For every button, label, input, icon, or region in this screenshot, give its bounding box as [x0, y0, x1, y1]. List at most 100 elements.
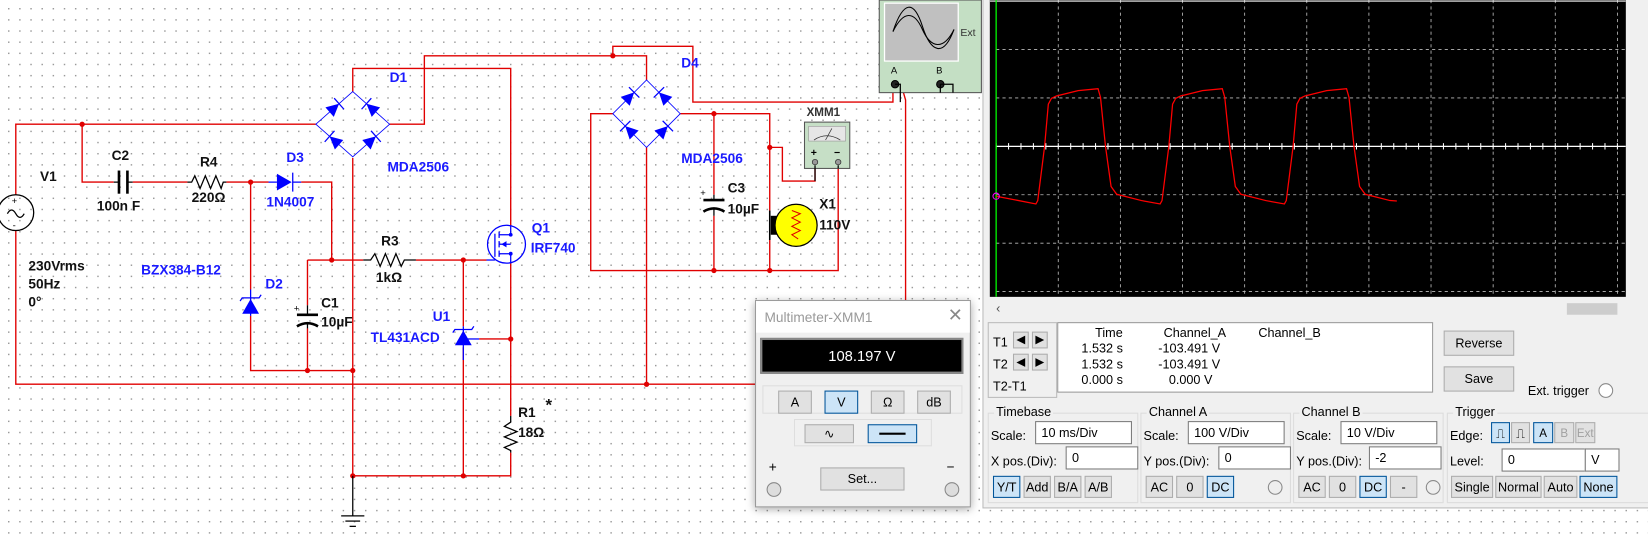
cursor-right-button[interactable]: ▶ [1031, 353, 1048, 371]
timebase-bxa-button[interactable]: B/A [1054, 475, 1082, 498]
arrow-left-icon: ◀ [1016, 333, 1026, 347]
channel-a-terminal[interactable] [1267, 480, 1283, 495]
negative-terminal[interactable] [944, 482, 960, 497]
bridge-rectifier-d4-icon[interactable] [612, 79, 681, 148]
trigger-mode-normal-button[interactable]: Normal [1495, 475, 1542, 498]
ac-source-v1-icon[interactable]: + - [0, 194, 35, 232]
r4-value: 220Ω [192, 190, 226, 205]
rising-edge-button[interactable]: ⎍ [1491, 422, 1511, 444]
xmm1-minus: − [834, 147, 840, 159]
multimeter-title: Multimeter-XMM1 [764, 309, 873, 326]
d4-value: MDA2506 [681, 151, 743, 166]
r3-value: 1kΩ [376, 270, 402, 285]
reverse-button[interactable]: Reverse [1443, 330, 1515, 356]
capacitor-c3-icon[interactable]: + [700, 188, 726, 216]
capacitor-c2-icon[interactable] [113, 170, 133, 194]
trigger-level-unit-select[interactable]: V [1584, 448, 1620, 472]
u1-ref: U1 [433, 309, 451, 324]
timebase-yxt-button[interactable]: Y/T [992, 475, 1021, 498]
scroll-thumb[interactable] [1566, 303, 1618, 315]
trigger-source-ext-button[interactable]: Ext [1575, 422, 1596, 444]
horizontal-scrollbar[interactable]: ‹ [990, 301, 1626, 317]
channel-a-position-input[interactable]: 0 [1218, 446, 1291, 470]
bridge-rectifier-d1-icon[interactable] [315, 91, 391, 158]
cursor-left-button[interactable]: ◀ [1012, 331, 1029, 349]
capacitor-c1-icon[interactable]: + [294, 304, 319, 329]
channel-a-title: Channel A [1146, 404, 1210, 419]
ext-trigger-terminal[interactable] [1598, 383, 1614, 398]
trigger-mode-single-button[interactable]: Single [1451, 475, 1494, 498]
trigger-mode-none-button[interactable]: None [1579, 475, 1618, 498]
arrow-right-icon: ▶ [1035, 333, 1045, 347]
channel-b-dc-button[interactable]: DC [1359, 475, 1387, 498]
oscilloscope-xsc1-icon[interactable] [878, 0, 982, 103]
mode-button-2[interactable]: Ω [870, 390, 905, 414]
scroll-left-icon[interactable]: ‹ [996, 301, 1000, 316]
cursor-left-button[interactable]: ◀ [1012, 353, 1029, 371]
readout-time: 1.532 s [1081, 356, 1123, 372]
channel-a-0-button[interactable]: 0 [1176, 475, 1204, 498]
trigger-level-input[interactable]: 0 [1501, 448, 1586, 472]
diode-d3-icon[interactable] [268, 172, 302, 192]
channel-a-ac-button[interactable]: AC [1145, 475, 1174, 498]
q1-ref: Q1 [532, 221, 551, 236]
r1-marker: * [545, 396, 552, 415]
channel-a-dc-button[interactable]: DC [1206, 475, 1235, 498]
trigger-mode-auto-button[interactable]: Auto [1543, 475, 1578, 498]
d3-ref: D3 [286, 150, 304, 165]
timebase-add-button[interactable]: Add [1023, 475, 1051, 498]
q1-value: IRF740 [531, 241, 576, 256]
cursor-label: T1 [992, 334, 1008, 350]
mode-button-3[interactable]: dB [917, 390, 951, 414]
r1-ref: R1 [518, 405, 536, 420]
v1-ref: V1 [40, 169, 57, 184]
mosfet-q1-icon[interactable] [486, 224, 527, 264]
shunt-regulator-u1-icon[interactable] [452, 325, 480, 361]
save-button[interactable]: Save [1443, 366, 1515, 392]
trigger-source-b-button[interactable]: B [1554, 422, 1575, 444]
channel-b-0-button[interactable]: 0 [1328, 475, 1357, 498]
c2-ref: C2 [112, 148, 130, 163]
ac-coupling-button[interactable]: ∿ [804, 424, 854, 444]
channel-b-x-button[interactable]: - [1389, 475, 1418, 498]
d2-ref: D2 [265, 276, 283, 291]
resistor-r4-icon[interactable] [187, 174, 227, 191]
channel-b-ac-button[interactable]: AC [1298, 475, 1326, 498]
rising-edge-icon: ⎍ [1496, 426, 1505, 442]
negative-terminal-label: − [946, 458, 955, 475]
timebase-scale-input[interactable]: 10 ms/Div [1035, 421, 1132, 445]
readout-header: Channel_A [1163, 325, 1227, 341]
positive-terminal[interactable] [766, 482, 782, 497]
scope-screen[interactable] [989, 0, 1626, 297]
c3-value: 10µF [728, 202, 759, 217]
channel-b-scale-input[interactable]: 10 V/Div [1340, 421, 1438, 445]
u1-value: TL431ACD [371, 330, 440, 345]
set-button[interactable]: Set... [820, 467, 905, 491]
cursor-right-button[interactable]: ▶ [1031, 331, 1048, 349]
mode-button-0[interactable]: A [778, 390, 812, 414]
readout-header: Time [1095, 325, 1123, 341]
d1-value: MDA2506 [388, 160, 450, 175]
r3-ref: R3 [381, 233, 399, 248]
dc-coupling-button[interactable] [867, 424, 918, 444]
channel-a-position-label: Y pos.(Div): [1143, 453, 1210, 469]
multimeter-window: Multimeter-XMM1 ✕ 108.197 V A V ΩdB ∿ + Se… [755, 300, 971, 508]
c3-ref: C3 [728, 181, 746, 196]
timebase-position-input[interactable]: 0 [1065, 446, 1139, 470]
zener-diode-d2-icon[interactable] [239, 289, 262, 316]
resistor-r1-icon[interactable] [502, 415, 519, 453]
timebase-axb-button[interactable]: A/B [1084, 475, 1112, 498]
lamp-x1-icon[interactable] [768, 203, 818, 247]
resistor-r3-icon[interactable] [363, 252, 416, 268]
mode-button-1[interactable]: V [824, 390, 859, 414]
close-icon[interactable]: ✕ [948, 305, 963, 326]
falling-edge-button[interactable]: ⎍ [1511, 422, 1531, 444]
positive-terminal-label: + [768, 458, 777, 475]
trigger-source-a-button[interactable]: A [1533, 422, 1554, 444]
timebase-scale-label: Scale: [990, 428, 1027, 444]
multimeter-titlebar[interactable]: Multimeter-XMM1 ✕ [756, 301, 970, 333]
channel-a-scale-input[interactable]: 100 V/Div [1187, 421, 1285, 445]
channel-b-terminal[interactable] [1425, 480, 1441, 495]
channel-b-position-input[interactable]: -2 [1368, 446, 1442, 470]
v1-value: 230Vrms [28, 259, 85, 274]
